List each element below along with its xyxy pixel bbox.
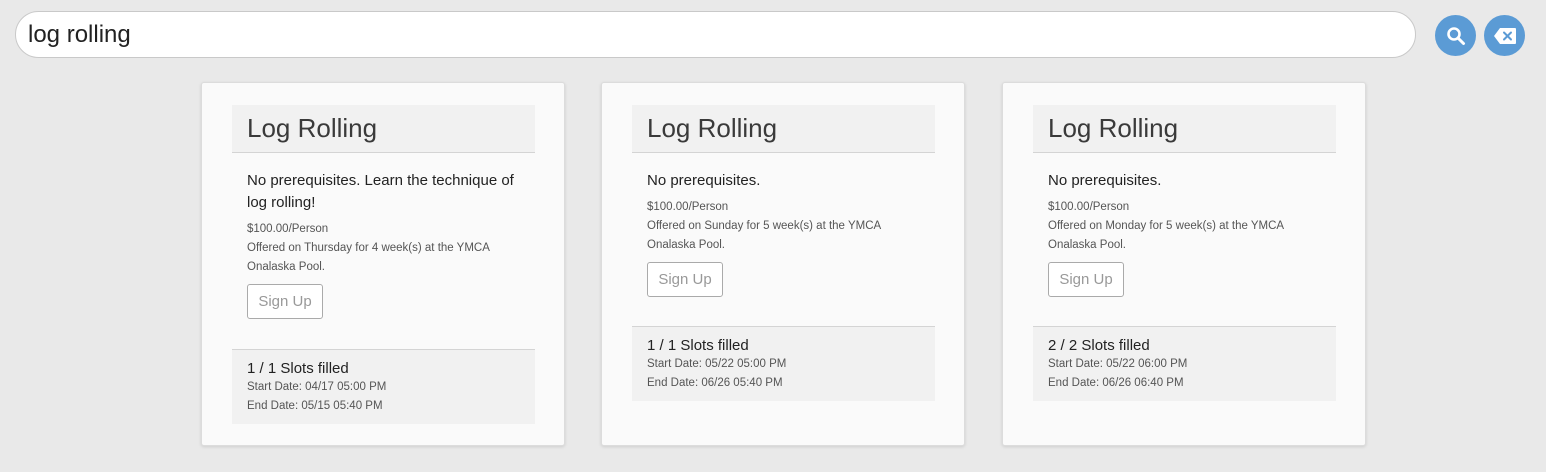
search-icon <box>1446 26 1465 45</box>
slots-filled: 2 / 2 Slots filled <box>1048 337 1150 354</box>
card-header: Log Rolling <box>232 105 535 153</box>
card-schedule: Offered on Sunday for 5 week(s) at the Y… <box>647 220 881 251</box>
slots-filled: 1 / 1 Slots filled <box>647 337 749 354</box>
card-title: Log Rolling <box>247 113 378 143</box>
start-date: Start Date: 04/17 05:00 PM <box>247 381 387 393</box>
class-card: Log Rolling No prerequisites. $100.00/Pe… <box>601 82 965 446</box>
end-date: End Date: 05/15 05:40 PM <box>247 400 383 412</box>
card-description: No prerequisites. <box>647 172 761 189</box>
search-input[interactable] <box>16 12 1415 57</box>
end-date: End Date: 06/26 05:40 PM <box>647 377 783 389</box>
card-schedule: Offered on Monday for 5 week(s) at the Y… <box>1048 220 1284 251</box>
search-button[interactable] <box>1435 15 1476 56</box>
search-bar <box>15 11 1416 58</box>
card-schedule: Offered on Thursday for 4 week(s) at the… <box>247 242 490 273</box>
sign-up-button[interactable]: Sign Up <box>1048 262 1124 297</box>
sign-up-button[interactable]: Sign Up <box>647 262 723 297</box>
card-footer: 1 / 1 Slots filled Start Date: 04/17 05:… <box>232 349 535 424</box>
clear-search-button[interactable] <box>1484 15 1525 56</box>
card-description: No prerequisites. <box>1048 172 1162 189</box>
card-description: No prerequisites. Learn the technique of… <box>247 172 514 211</box>
card-title: Log Rolling <box>1048 113 1179 143</box>
start-date: Start Date: 05/22 06:00 PM <box>1048 358 1188 370</box>
card-title: Log Rolling <box>647 113 778 143</box>
backspace-icon <box>1493 27 1516 44</box>
class-card: Log Rolling No prerequisites. Learn the … <box>201 82 565 446</box>
card-footer: 1 / 1 Slots filled Start Date: 05/22 05:… <box>632 326 935 401</box>
card-price: $100.00/Person <box>247 223 329 235</box>
card-footer: 2 / 2 Slots filled Start Date: 05/22 06:… <box>1033 326 1336 401</box>
card-header: Log Rolling <box>632 105 935 153</box>
end-date: End Date: 06/26 06:40 PM <box>1048 377 1184 389</box>
card-price: $100.00/Person <box>647 201 729 213</box>
start-date: Start Date: 05/22 05:00 PM <box>647 358 787 370</box>
sign-up-button[interactable]: Sign Up <box>247 284 323 319</box>
card-header: Log Rolling <box>1033 105 1336 153</box>
class-card: Log Rolling No prerequisites. $100.00/Pe… <box>1002 82 1366 446</box>
card-price: $100.00/Person <box>1048 201 1130 213</box>
slots-filled: 1 / 1 Slots filled <box>247 360 349 377</box>
